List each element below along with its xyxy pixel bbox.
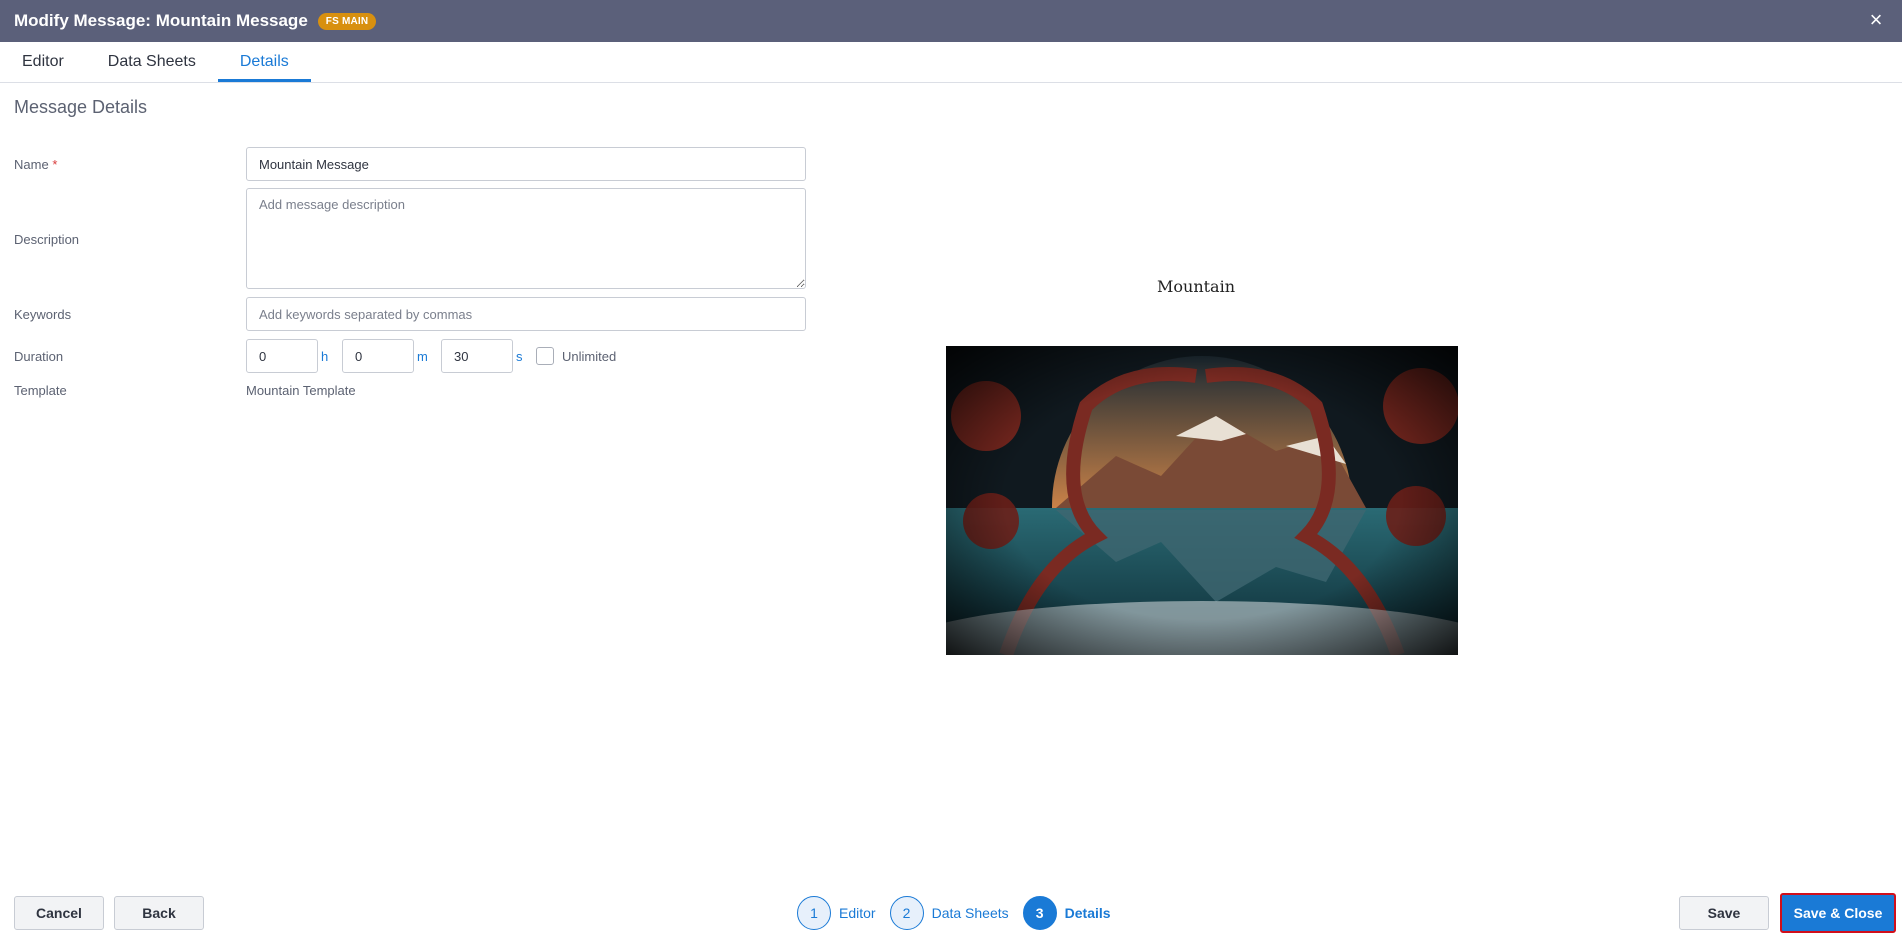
mountain-landscape-icon <box>946 346 1458 655</box>
wizard-steps: 1 Editor 2 Data Sheets 3 Details <box>797 896 1125 930</box>
name-label-text: Name <box>14 157 49 172</box>
section-title: Message Details <box>14 97 148 117</box>
close-icon[interactable]: × <box>1862 6 1890 34</box>
description-input[interactable] <box>246 188 806 289</box>
template-value: Mountain Template <box>246 383 356 398</box>
step-details[interactable]: 3 Details <box>1022 896 1111 930</box>
duration-hours-input[interactable] <box>246 339 318 373</box>
name-input[interactable] <box>246 147 806 181</box>
required-mark: * <box>52 157 58 172</box>
seconds-unit: s <box>516 349 523 364</box>
minutes-unit: m <box>417 349 428 364</box>
step-data-sheets[interactable]: 2 Data Sheets <box>889 896 1009 930</box>
duration-minutes-input[interactable] <box>342 339 414 373</box>
step-number: 1 <box>797 896 831 930</box>
window-title: Modify Message: Mountain Message <box>14 11 308 30</box>
hours-unit: h <box>321 349 329 364</box>
save-close-button[interactable]: Save & Close <box>1780 893 1896 933</box>
step-label: Editor <box>839 905 876 921</box>
tab-editor[interactable]: Editor <box>0 42 86 82</box>
save-button[interactable]: Save <box>1679 896 1769 930</box>
step-label: Data Sheets <box>931 905 1009 921</box>
title-bar: Modify Message: Mountain Message FS MAIN… <box>0 0 1902 42</box>
step-number: 3 <box>1022 896 1057 930</box>
step-editor[interactable]: 1 Editor <box>797 896 876 930</box>
tab-details[interactable]: Details <box>217 42 311 82</box>
tab-bar: Editor Data Sheets Details <box>0 42 1902 83</box>
unlimited-label[interactable]: Unlimited <box>562 349 616 364</box>
duration-seconds-input[interactable] <box>441 339 513 373</box>
keywords-label: Keywords <box>14 307 72 322</box>
back-button[interactable]: Back <box>114 896 204 930</box>
preview-title: Mountain <box>1157 277 1236 296</box>
description-label: Description <box>14 232 80 247</box>
tab-data-sheets[interactable]: Data Sheets <box>86 42 218 82</box>
step-number: 2 <box>889 896 924 930</box>
workspace-badge: FS MAIN <box>317 12 377 30</box>
preview-image <box>946 346 1458 655</box>
cancel-button[interactable]: Cancel <box>14 896 104 930</box>
keywords-input[interactable] <box>246 297 806 331</box>
duration-label: Duration <box>14 349 64 364</box>
unlimited-checkbox[interactable] <box>536 347 554 365</box>
step-label: Details <box>1064 905 1111 921</box>
template-label: Template <box>14 383 67 398</box>
name-label: Name * <box>14 157 57 172</box>
